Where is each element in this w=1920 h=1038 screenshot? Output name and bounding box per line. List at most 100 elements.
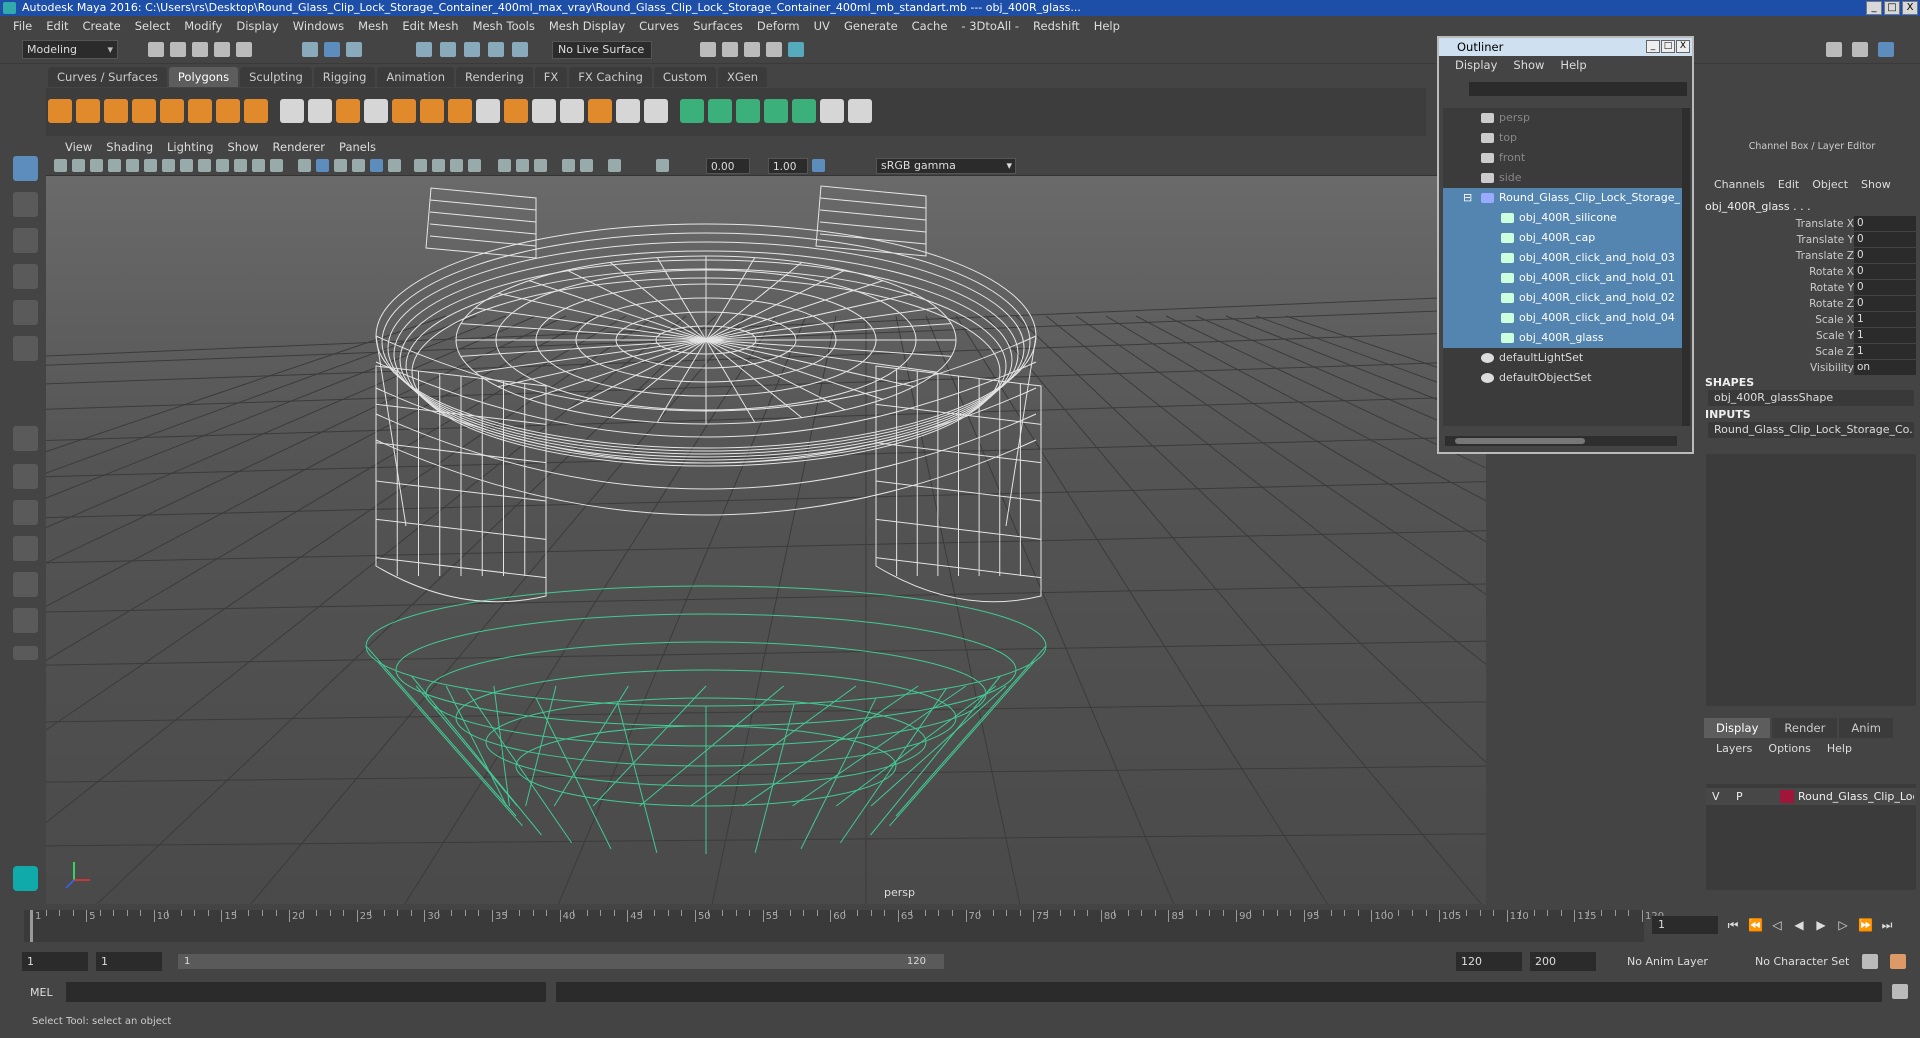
wireframe-icon[interactable] xyxy=(298,159,311,172)
layer-menu-help[interactable]: Help xyxy=(1823,742,1864,755)
combine-icon[interactable] xyxy=(280,99,304,123)
attribute-value-field[interactable]: 1 xyxy=(1854,312,1916,327)
attribute-scale-z[interactable]: Scale Z1 xyxy=(1704,344,1920,360)
append-icon[interactable] xyxy=(532,99,556,123)
attribute-rotate-z[interactable]: Rotate Z0 xyxy=(1704,296,1920,312)
outliner-item-side[interactable]: side xyxy=(1443,168,1685,188)
color-management-icon[interactable] xyxy=(812,159,825,172)
attribute-value-field[interactable]: 0 xyxy=(1854,296,1916,311)
redo-icon[interactable] xyxy=(236,42,252,57)
hypershade-layout-icon[interactable] xyxy=(13,608,38,633)
go-to-start-icon[interactable]: ⏮ xyxy=(1726,918,1740,932)
channel-box-menu-object[interactable]: Object xyxy=(1808,178,1857,196)
camera-attributes-icon[interactable] xyxy=(90,159,103,172)
attribute-value-field[interactable]: 0 xyxy=(1854,216,1916,231)
attribute-value-field[interactable]: 0 xyxy=(1854,248,1916,263)
outliner-search-input[interactable] xyxy=(1469,82,1687,96)
attribute-editor-toggle-icon[interactable] xyxy=(1878,42,1894,57)
poly-plane-icon[interactable] xyxy=(160,99,184,123)
channel-box-menu-show[interactable]: Show xyxy=(1857,178,1900,196)
layer-menu-layers[interactable]: Layers xyxy=(1712,742,1764,755)
workspace-icon[interactable] xyxy=(1826,42,1842,57)
channel-box-toggle-icon[interactable] xyxy=(1852,42,1868,57)
current-frame-field[interactable]: 1 xyxy=(1652,916,1718,934)
attribute-value-field[interactable]: 1 xyxy=(1854,328,1916,343)
menu-file[interactable]: File xyxy=(6,19,39,33)
shelf-tab-rendering[interactable]: Rendering xyxy=(456,67,533,87)
smooth-icon[interactable] xyxy=(364,99,388,123)
fill-hole-icon[interactable] xyxy=(644,99,668,123)
character-set-select[interactable]: No Character Set xyxy=(1750,952,1860,971)
select-by-hierarchy-icon[interactable] xyxy=(302,42,318,57)
display-layer-row[interactable]: V P Round_Glass_Clip_Loc xyxy=(1706,788,1916,805)
outliner-menu-help[interactable]: Help xyxy=(1552,58,1594,72)
playback-end-field[interactable]: 120 xyxy=(1456,952,1522,971)
outliner-item-persp[interactable]: persp xyxy=(1443,108,1685,128)
shelf-tab-custom[interactable]: Custom xyxy=(653,67,716,87)
poly-cone-icon[interactable] xyxy=(132,99,156,123)
viewport-menu-renderer[interactable]: Renderer xyxy=(266,140,333,154)
four-pane-layout-icon[interactable] xyxy=(13,464,38,489)
outliner-item-obj-400r-silicone[interactable]: obj_400R_silicone xyxy=(1443,208,1685,228)
outliner-menu-display[interactable]: Display xyxy=(1447,58,1505,72)
play-backwards-icon[interactable]: ◀ xyxy=(1792,918,1806,932)
two-d-pan-zoom-icon[interactable] xyxy=(144,159,157,172)
motion-blur-icon[interactable] xyxy=(468,159,481,172)
go-to-end-icon[interactable]: ⏭ xyxy=(1880,918,1894,932)
menu-windows[interactable]: Windows xyxy=(286,19,351,33)
command-language-label[interactable]: MEL xyxy=(30,986,53,999)
snap-to-view-plane-icon[interactable] xyxy=(488,42,504,57)
shelf-tab-fx[interactable]: FX xyxy=(534,67,568,87)
menu-display[interactable]: Display xyxy=(229,19,285,33)
outliner-item-defaultobjectset[interactable]: defaultObjectSet xyxy=(1443,368,1685,388)
poly-torus-icon[interactable] xyxy=(188,99,212,123)
attribute-translate-x[interactable]: Translate X0 xyxy=(1704,216,1920,232)
menu-uv[interactable]: UV xyxy=(807,19,837,33)
extract-icon[interactable] xyxy=(336,99,360,123)
viewport-menu-view[interactable]: View xyxy=(58,140,99,154)
current-time-indicator[interactable] xyxy=(30,910,33,942)
menu-mesh-display[interactable]: Mesh Display xyxy=(542,19,632,33)
animation-end-field[interactable]: 200 xyxy=(1530,952,1596,971)
outliner-item-obj-400r-glass[interactable]: obj_400R_glass xyxy=(1443,328,1685,348)
menu-create[interactable]: Create xyxy=(76,19,128,33)
target-weld-icon[interactable] xyxy=(588,99,612,123)
poly-pyramid-icon[interactable] xyxy=(216,99,240,123)
attribute-value-field[interactable]: 0 xyxy=(1854,280,1916,295)
viewport-menu-shading[interactable]: Shading xyxy=(99,140,160,154)
time-slider[interactable]: 1 5 10 15 20 25 30 35 40 45 50 55 60 65 70 75 80 85 90 95 10… xyxy=(24,910,1664,942)
outliner-item-obj-400r-cap[interactable]: obj_400R_cap xyxy=(1443,228,1685,248)
attribute-value-field[interactable]: on xyxy=(1854,360,1916,375)
ipr-render-icon[interactable] xyxy=(744,42,760,57)
uv-editor-icon[interactable] xyxy=(820,99,844,123)
xray-icon[interactable] xyxy=(388,159,401,172)
paint-select-tool-icon[interactable] xyxy=(13,228,38,253)
layer-tab-anim[interactable]: Anim xyxy=(1839,718,1893,738)
uv-automatic-icon[interactable] xyxy=(764,99,788,123)
snap-to-point-icon[interactable] xyxy=(464,42,480,57)
channel-box-menu-edit[interactable]: Edit xyxy=(1774,178,1808,196)
input-node-item[interactable]: Round_Glass_Clip_Lock_Storage_Co... xyxy=(1708,422,1914,438)
outliner-item-round-glass-clip-lock-storage[interactable]: Round_Glass_Clip_Lock_Storage_ ⊟ xyxy=(1443,188,1685,208)
undo-icon[interactable] xyxy=(214,42,230,57)
shelf-tab-polygons[interactable]: Polygons xyxy=(168,67,239,87)
attribute-value-field[interactable]: 0 xyxy=(1854,232,1916,247)
safe-action-icon[interactable] xyxy=(270,159,283,172)
poly-pipe-icon[interactable] xyxy=(244,99,268,123)
color-space-select[interactable]: sRGB gamma xyxy=(876,158,1016,174)
outliner-item-obj-400r-click-and-hold-04[interactable]: obj_400R_click_and_hold_04 xyxy=(1443,308,1685,328)
menu-redshift[interactable]: Redshift xyxy=(1026,19,1087,33)
menu-mesh-tools[interactable]: Mesh Tools xyxy=(466,19,542,33)
shelf-tab-rigging[interactable]: Rigging xyxy=(313,67,376,87)
gamma-field[interactable]: 1.00 xyxy=(768,158,808,174)
exposure-icon[interactable] xyxy=(608,159,621,172)
bridge-icon[interactable] xyxy=(476,99,500,123)
default-material-icon[interactable] xyxy=(334,159,347,172)
side-by-side-layout-icon[interactable] xyxy=(13,500,38,525)
poly-sphere-icon[interactable] xyxy=(48,99,72,123)
new-scene-icon[interactable] xyxy=(148,42,164,57)
perspective-viewport[interactable]: persp xyxy=(46,176,1486,904)
symmetry-icon[interactable] xyxy=(848,99,872,123)
persp-graph-layout-icon[interactable] xyxy=(13,572,38,597)
shadows-icon[interactable] xyxy=(432,159,445,172)
